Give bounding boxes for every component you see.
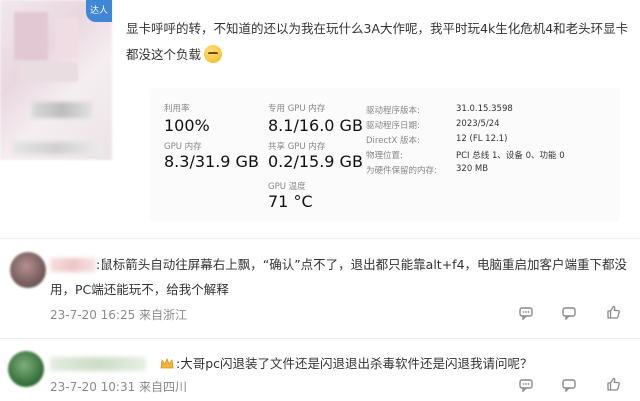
dedicated-mem-value: 8.1/16.0 GB [268,116,363,135]
comment-meta: 23-7-20 16:25 来自浙江 [50,308,188,322]
gpu-temp-label: GPU 温度 [268,182,306,192]
commenter-avatar[interactable] [8,351,44,387]
reply-icon[interactable] [562,306,576,320]
like-icon[interactable] [606,305,621,320]
more-icon[interactable] [519,378,533,392]
driver-version-label: 驱动程序版本: [366,106,420,116]
comment-text: :大哥pc闪退装了文件还是闪退退出杀毒软件还是闪退我请问呢？ [176,356,533,371]
commenter-avatar[interactable] [10,252,46,288]
like-icon[interactable] [606,377,621,392]
util-value: 100% [164,116,210,135]
shared-mem-label: 共享 GPU 内存 [268,142,326,152]
sunglasses-emoji-icon [204,45,223,63]
divider [0,338,640,339]
author-badge: 达人 [86,0,112,22]
comment-meta: 23-7-20 10:31 来自四川 [50,380,188,394]
dedicated-mem-label: 专用 GPU 内存 [268,104,326,114]
commenter-name[interactable] [50,357,146,371]
physical-location-label: 物理位置: [366,151,403,161]
reserved-mem-value: 320 MB [456,164,489,174]
util-label: 利用率 [164,104,190,114]
gpu-mem-label: GPU 内存 [164,142,202,152]
gpu-temp-value: 71 °C [268,192,313,211]
driver-date-label: 驱动程序日期: [366,121,420,131]
post-author-meta [12,142,102,154]
divider [0,238,640,239]
more-icon[interactable] [519,306,533,320]
gpu-mem-value: 8.3/31.9 GB [164,152,259,171]
post-text-content: 显卡呼呼的转，不知道的还以为我在玩什么3A大作呢，我平时玩4k生化危机4和老头环… [126,21,629,62]
directx-label: DirectX 版本: [366,136,420,146]
directx-value: 12 (FL 12.1) [456,134,508,144]
reply-icon[interactable] [562,378,576,392]
driver-version-value: 31.0.15.3598 [456,104,513,114]
post-author-avatar[interactable] [0,0,112,160]
physical-location-value: PCI 总线 1、设备 0、功能 0 [456,151,565,161]
post-text: 显卡呼呼的转，不知道的还以为我在玩什么3A大作呢，我平时玩4k生化危机4和老头环… [126,16,631,68]
driver-date-value: 2023/5/24 [456,119,500,129]
post-author-name[interactable] [32,102,92,118]
comment-text: :鼠标箭头自动往屏幕右上飘，“确认”点不了，退出都只能靠alt+f4，电脑重启加… [50,257,628,297]
shared-mem-value: 0.2/15.9 GB [268,152,363,171]
crown-icon [160,357,174,369]
reserved-mem-label: 为硬件保留的内存: [366,166,437,176]
gpu-stats-image[interactable]: 利用率 100% GPU 内存 8.3/31.9 GB 专用 GPU 内存 8.… [150,88,620,222]
